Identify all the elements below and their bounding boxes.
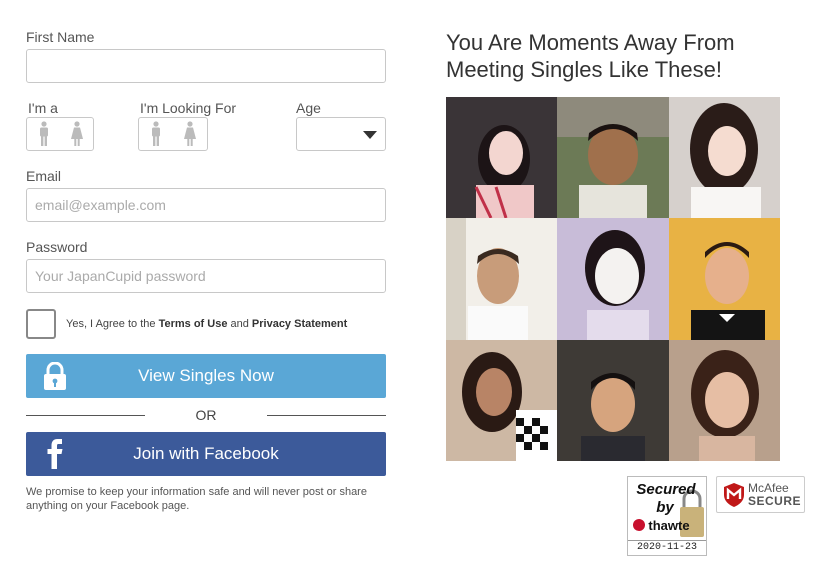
single-photo [557, 218, 669, 340]
thawte-line2: by [656, 499, 674, 516]
email-label: Email [26, 168, 62, 184]
singles-photo-grid [446, 97, 780, 461]
iam-gender-selector [26, 117, 94, 151]
view-singles-button[interactable]: View Singles Now [26, 354, 386, 398]
thawte-secured-badge[interactable]: Secured by thawte 2020-11-23 [627, 476, 707, 556]
first-name-label: First Name [26, 29, 95, 45]
single-photo [446, 218, 557, 340]
male-figure-icon [39, 121, 48, 146]
join-facebook-label: Join with Facebook [133, 444, 279, 463]
password-input[interactable] [26, 259, 386, 293]
iam-female-option[interactable] [60, 118, 93, 150]
female-figure-icon [70, 121, 83, 146]
or-divider: OR [26, 405, 386, 425]
age-select[interactable] [296, 117, 386, 151]
single-photo [446, 340, 557, 461]
showcase-title: You Are Moments Away From Meeting Single… [446, 30, 735, 82]
mcafee-line2: SECURE [748, 494, 802, 508]
first-name-input[interactable] [26, 49, 386, 83]
iam-label: I'm a [28, 100, 58, 116]
privacy-promise-text: We promise to keep your information safe… [26, 486, 367, 512]
facebook-icon [47, 439, 63, 469]
thawte-seal-icon: Secured by thawte [633, 481, 704, 537]
privacy-statement-link[interactable]: Privacy Statement [252, 318, 347, 330]
single-photo [446, 97, 557, 218]
single-photo [669, 340, 780, 461]
lock-icon [44, 362, 66, 390]
single-photo [557, 340, 669, 461]
password-label: Password [26, 239, 88, 255]
looking-for-gender-selector [138, 117, 208, 151]
agree-text: Yes, I Agree to the Terms of Use and Pri… [66, 318, 347, 330]
thawte-date: 2020-11-23 [628, 540, 706, 555]
looking-for-label: I'm Looking For [140, 100, 237, 116]
mcafee-shield-icon [724, 483, 744, 507]
mcafee-text: McAfee SECURE [748, 482, 801, 508]
iam-male-option[interactable] [27, 118, 60, 150]
terms-of-use-link[interactable]: Terms of Use [159, 318, 228, 330]
join-facebook-button[interactable]: Join with Facebook [26, 432, 386, 476]
view-singles-label: View Singles Now [138, 366, 274, 385]
divider-line-right [267, 415, 386, 416]
chevron-down-icon [363, 131, 377, 139]
female-figure-icon [184, 121, 196, 146]
agree-and: and [227, 318, 252, 330]
thawte-brand: thawte [648, 518, 689, 533]
looking-for-female-option[interactable] [173, 118, 207, 150]
male-figure-icon [152, 121, 160, 146]
mcafee-secure-badge[interactable]: McAfee SECURE [716, 476, 805, 513]
single-photo [669, 97, 780, 218]
age-label: Age [296, 100, 321, 116]
agree-prefix: Yes, I Agree to the [66, 318, 159, 330]
email-input[interactable] [26, 188, 386, 222]
single-photo [669, 218, 780, 340]
thawte-line1: Secured [636, 481, 696, 498]
looking-for-male-option[interactable] [139, 118, 173, 150]
single-photo [557, 97, 669, 218]
agree-checkbox[interactable] [26, 309, 56, 339]
